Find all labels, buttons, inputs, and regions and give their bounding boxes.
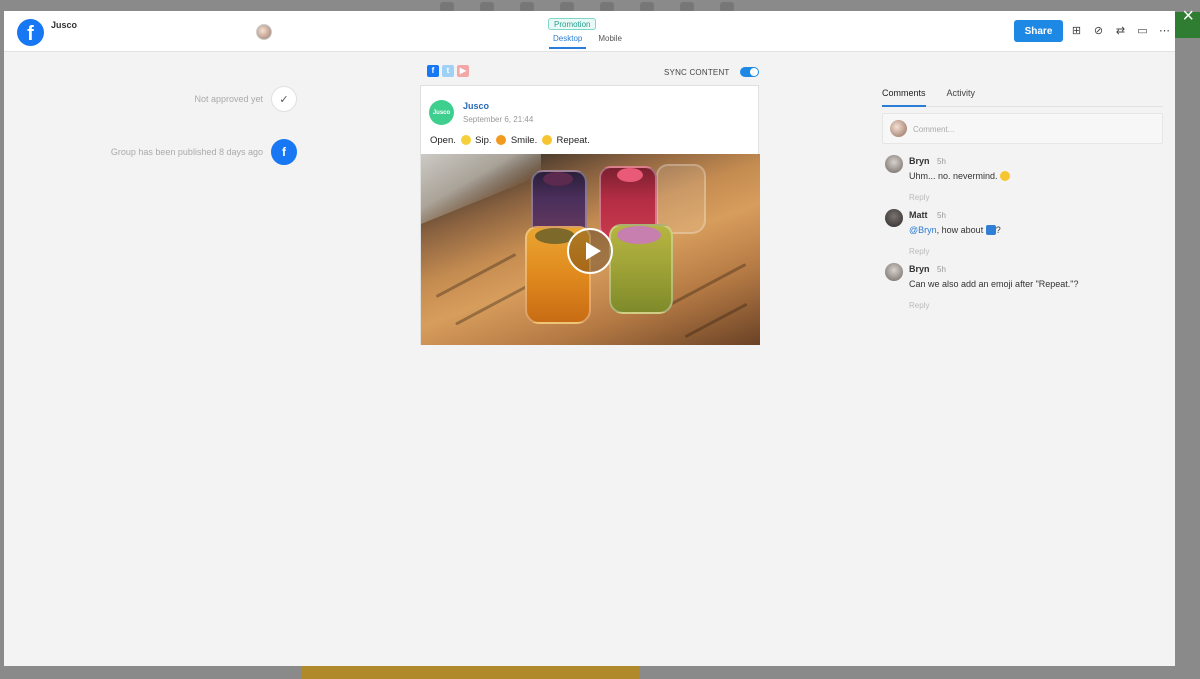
- repeat-emoji-icon: [985, 225, 996, 235]
- comment-text: @Bryn, how about ?: [909, 225, 1001, 235]
- approval-status-text: Not approved yet: [194, 94, 263, 104]
- comment-author: Matt: [909, 210, 928, 220]
- sync-content-toggle[interactable]: [739, 67, 759, 77]
- repeat-icon[interactable]: ⇄: [1114, 25, 1127, 38]
- check-icon[interactable]: ✓: [271, 86, 297, 112]
- post-video-thumbnail[interactable]: [421, 154, 760, 345]
- mention-link[interactable]: @Bryn: [909, 225, 937, 235]
- sync-content: SYNC CONTENT: [664, 67, 759, 77]
- close-icon[interactable]: ×: [1182, 6, 1194, 26]
- tab-comments[interactable]: Comments: [882, 81, 926, 107]
- top-bar: f Jusco Promotion Desktop Mobile Share ⊞…: [4, 11, 1175, 52]
- view-tabs: Desktop Mobile: [549, 34, 626, 49]
- laughing-emoji-icon: [1000, 171, 1011, 181]
- post-author-name[interactable]: Jusco: [463, 101, 489, 111]
- publish-status: Group has been published 8 days ago f: [111, 139, 297, 165]
- toolbar-icons: ⊞ ⊘ ⇄ ▭ ⋯: [1070, 25, 1171, 38]
- comment-text: Can we also add an emoji after "Repeat."…: [909, 279, 1079, 289]
- tab-desktop[interactable]: Desktop: [549, 34, 587, 49]
- post-preview: Jusco Jusco September 6, 21:44 Open. Sip…: [420, 85, 760, 345]
- post-author-avatar: Jusco: [429, 100, 454, 125]
- avatar[interactable]: [256, 24, 272, 40]
- twitter-channel-icon[interactable]: t: [442, 65, 454, 77]
- background-card: [302, 666, 640, 679]
- reply-link[interactable]: Reply: [909, 301, 929, 310]
- approval-status: Not approved yet ✓: [194, 86, 297, 112]
- promotion-badge[interactable]: Promotion: [548, 18, 597, 30]
- brand-name: Jusco: [51, 20, 78, 30]
- share-button[interactable]: Share: [1014, 20, 1063, 42]
- post-text: Open. Sip. Smile. Repeat.: [430, 135, 590, 146]
- play-icon[interactable]: [567, 228, 613, 274]
- youtube-channel-icon[interactable]: ▶: [457, 65, 469, 77]
- avatar: [885, 155, 903, 173]
- archive-icon[interactable]: ▭: [1136, 25, 1149, 38]
- post-preview-modal: f Jusco Promotion Desktop Mobile Share ⊞…: [4, 11, 1175, 666]
- avatar: [890, 120, 907, 137]
- more-icon[interactable]: ⋯: [1158, 25, 1171, 38]
- lemon-emoji-icon: [460, 135, 471, 145]
- publish-status-text: Group has been published 8 days ago: [110, 147, 263, 157]
- post-date: September 6, 21:44: [463, 115, 534, 124]
- comment-time: 5h: [937, 157, 946, 166]
- avatar: [885, 263, 903, 281]
- comment-author: Bryn: [909, 264, 930, 274]
- facebook-icon[interactable]: f: [271, 139, 297, 165]
- comment-time: 5h: [937, 265, 946, 274]
- comment-time: 5h: [937, 211, 946, 220]
- comment-text: Uhm... no. nevermind.: [909, 171, 1011, 181]
- comment-author: Bryn: [909, 156, 930, 166]
- reply-link[interactable]: Reply: [909, 247, 929, 256]
- facebook-channel-icon[interactable]: f: [427, 65, 439, 77]
- comment-box: [882, 113, 1163, 144]
- orange-emoji-icon: [496, 135, 507, 145]
- facebook-logo-icon: f: [17, 19, 44, 46]
- reply-link[interactable]: Reply: [909, 193, 929, 202]
- avatar: [885, 209, 903, 227]
- channel-selector: f t ▶: [427, 65, 469, 77]
- tab-activity[interactable]: Activity: [947, 81, 976, 107]
- sync-content-label: SYNC CONTENT: [664, 67, 730, 77]
- tab-mobile[interactable]: Mobile: [594, 34, 626, 49]
- comment-input[interactable]: [913, 122, 1153, 136]
- eye-off-icon[interactable]: ⊘: [1092, 25, 1105, 38]
- grid-icon[interactable]: ⊞: [1070, 25, 1083, 38]
- comments-tabs: Comments Activity: [882, 81, 1163, 107]
- smile-emoji-icon: [541, 135, 552, 145]
